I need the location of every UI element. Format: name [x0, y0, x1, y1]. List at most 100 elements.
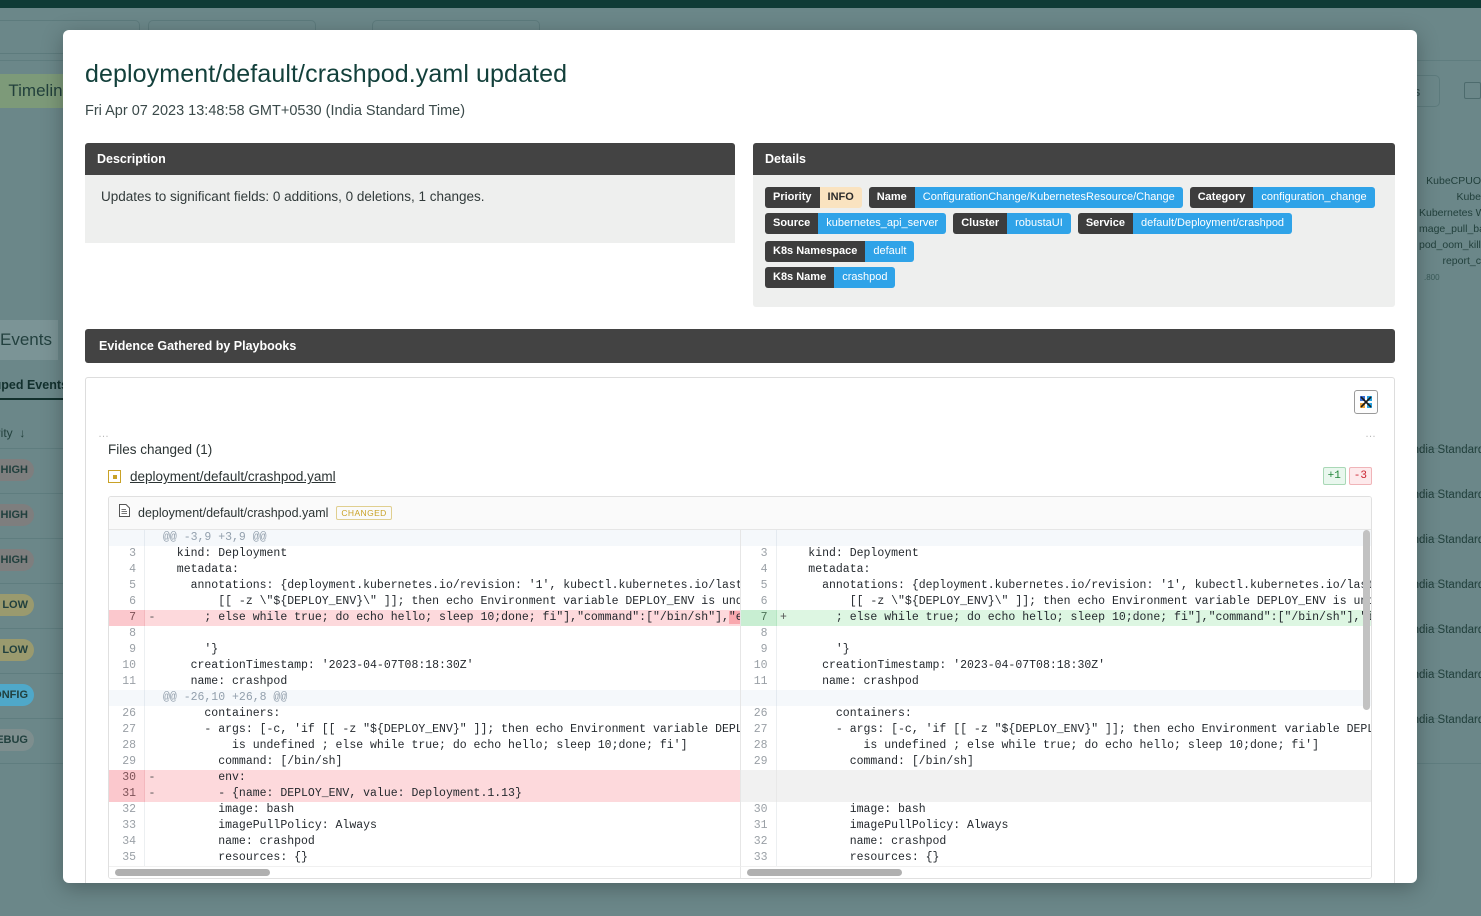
diff-line-number — [109, 690, 145, 706]
chart-series-label: KubeCPUO — [1426, 175, 1481, 187]
tab-events[interactable]: Events — [0, 320, 58, 360]
diff-line: 11 name: crashpod — [740, 674, 1372, 690]
sort-priority-header[interactable]: ority ↓ — [0, 426, 25, 440]
diff-line-marker — [777, 786, 791, 802]
toolbar-checkbox[interactable] — [1464, 82, 1481, 99]
diff-line: 34 name: crashpod — [109, 834, 740, 850]
diff-line-marker — [777, 834, 791, 850]
diff-line-code: name: crashpod — [794, 835, 947, 848]
diff-line-code: metadata: — [163, 563, 239, 576]
priority-badge: DEBUG — [0, 729, 34, 751]
diff-horizontal-scrollbar-right[interactable] — [739, 866, 1371, 878]
diff-horizontal-scrollbar-left[interactable] — [109, 866, 740, 878]
diff-line-number: 7 — [109, 610, 145, 626]
diff-line-marker: - — [148, 771, 156, 784]
tab-grouped-events[interactable]: ouped Events — [0, 378, 68, 392]
file-modified-icon — [108, 470, 121, 483]
priority-badge: LOW — [0, 594, 34, 616]
chip-k8s-name[interactable]: K8s Name crashpod — [765, 267, 896, 288]
diff-stat-badges: +1 -3 — [1322, 467, 1372, 485]
details-chip-row: Source kubernetes_api_server Cluster rob… — [765, 213, 1383, 262]
priority-badge-label: CONFIG — [0, 689, 28, 701]
chip-service[interactable]: Service default/Deployment/crashpod — [1077, 213, 1293, 234]
diff-line-number: 30 — [109, 770, 145, 786]
diff-line: 10 creationTimestamp: '2023-04-07T08:18:… — [740, 658, 1372, 674]
diff-line-marker — [145, 818, 159, 834]
diff-line-marker — [777, 738, 791, 754]
diff-line: 32 name: crashpod — [740, 834, 1372, 850]
priority-badge: HIGH — [0, 549, 34, 571]
diff-line-number: 9 — [109, 642, 145, 658]
diff-line-marker: - — [148, 611, 156, 624]
diff-line: 8 — [740, 626, 1371, 642]
chip-k8s-namespace[interactable]: K8s Namespace default — [765, 241, 915, 262]
diff-line-marker — [145, 642, 159, 658]
diff-line-marker — [777, 690, 791, 706]
chip-name[interactable]: Name ConfigurationChange/KubernetesResou… — [868, 187, 1183, 208]
diff-line-marker — [777, 818, 791, 834]
diff-pane-right[interactable]: 3 kind: Deployment 4 metadata: 5 annotatio… — [739, 530, 1372, 866]
broken-image-icon[interactable] — [1354, 390, 1378, 414]
chip-value: INFO — [819, 187, 862, 208]
chip-priority[interactable]: Priority INFO — [765, 187, 862, 208]
diff-line-number: 30 — [740, 802, 777, 818]
diff-line-code: '} — [794, 643, 850, 656]
diff-line-marker — [777, 850, 791, 866]
diff-line-number — [740, 530, 777, 546]
diff-line-marker — [777, 642, 791, 658]
diff-line: 9 '} — [740, 642, 1372, 658]
diff-line-code: '} — [163, 643, 219, 656]
evidence-panel-body: … … … … Files changed (1) deployment/def… — [85, 377, 1395, 883]
diff-file-header: deployment/default/crashpod.yaml CHANGED — [109, 497, 1371, 530]
diff-line-code: @@ -26,10 +26,8 @@ — [163, 691, 288, 704]
diff-vertical-scrollbar[interactable] — [1363, 530, 1370, 866]
diff-line: 11 name: crashpod — [109, 674, 740, 690]
diff-line-marker: - — [148, 787, 156, 800]
sort-priority-label: ority — [0, 426, 13, 440]
diff-line-code: annotations: {deployment.kubernetes.io/r… — [794, 579, 1371, 592]
description-panel: Description Updates to significant field… — [85, 143, 735, 307]
diff-line-code: command: [/bin/sh] — [163, 755, 343, 768]
diff-line-marker — [145, 626, 159, 642]
diff-line: 8 — [109, 626, 740, 642]
diff-line: 35 resources: {} — [109, 850, 740, 866]
diff-line-marker — [777, 706, 791, 722]
diff-pane-left[interactable]: @@ -3,9 +3,9 @@ 3 kind: Deployment 4 metad… — [109, 530, 740, 866]
details-panel-body: Priority INFO Name ConfigurationChange/K… — [753, 175, 1395, 307]
diff-line: 10 creationTimestamp: '2023-04-07T08:18:… — [109, 658, 740, 674]
diff-line-number: 27 — [740, 722, 777, 738]
diff-line-number: 8 — [740, 626, 777, 642]
diff-line: 28 is undefined ; else while true; do ec… — [740, 738, 1372, 754]
priority-badge-label: LOW — [2, 644, 28, 656]
diff-line: 31- - {name: DEPLOY_ENV, value: Deployme… — [109, 786, 740, 802]
diff-line-code: imagePullPolicy: Always — [163, 819, 377, 832]
resize-corner-top-left: … — [98, 428, 109, 440]
diff-line — [740, 770, 1372, 786]
chip-source[interactable]: Source kubernetes_api_server — [765, 213, 947, 234]
priority-badge-label: HIGH — [0, 554, 29, 566]
diff-line-number: 28 — [740, 738, 777, 754]
diff-line-code: command: [/bin/sh] — [794, 755, 974, 768]
details-panel: Details Priority INFO Name Configuration… — [753, 143, 1395, 307]
chart-series-label: mage_pull_backo — [1419, 223, 1481, 235]
diff-line-code: is undefined ; else while true; do echo … — [163, 739, 688, 752]
diff-line-code: creationTimestamp: '2023-04-07T08:18:30Z… — [163, 659, 474, 672]
diff-line: @@ -26,10 +26,8 @@ — [109, 690, 740, 706]
diff-line-number: 5 — [109, 578, 145, 594]
diff-line: 28 is undefined ; else while true; do ec… — [109, 738, 740, 754]
diff-line-marker — [145, 738, 159, 754]
chip-category[interactable]: Category configuration_change — [1189, 187, 1375, 208]
diff-line-marker — [777, 530, 791, 546]
diff-line-marker — [145, 706, 159, 722]
resize-corner-top-right: … — [1365, 428, 1376, 440]
diff-line-marker — [145, 578, 159, 594]
diff-line-code — [791, 770, 1372, 786]
diff-line-number: 11 — [109, 674, 145, 690]
diff-line-marker — [777, 594, 791, 610]
chip-cluster[interactable]: Cluster robustaUI — [953, 213, 1071, 234]
diff-line-code: resources: {} — [163, 851, 308, 864]
file-link[interactable]: deployment/default/crashpod.yaml — [130, 469, 336, 484]
diff-line-marker — [777, 722, 791, 738]
diff-line-number: 4 — [109, 562, 145, 578]
additions-badge: +1 — [1322, 467, 1346, 485]
